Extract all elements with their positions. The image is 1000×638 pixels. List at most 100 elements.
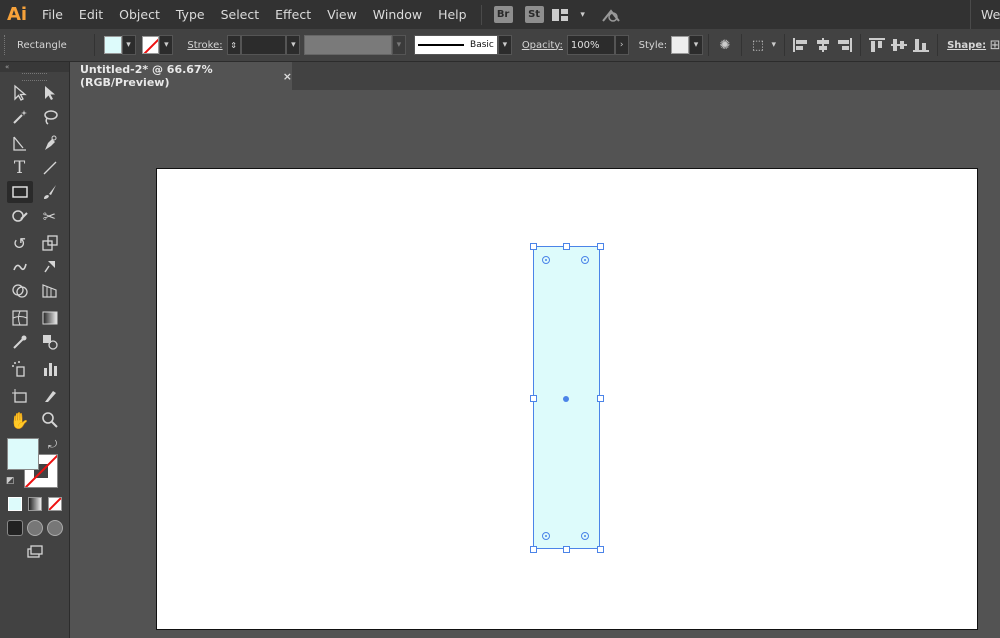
align-right-icon[interactable] xyxy=(834,34,856,56)
eyedropper-tool-icon[interactable] xyxy=(7,331,33,353)
draw-behind-icon[interactable] xyxy=(26,520,43,536)
collapse-panel-icon[interactable]: « xyxy=(0,62,69,72)
resize-handle-top-center[interactable] xyxy=(563,243,570,250)
stroke-dropdown[interactable]: ▾ xyxy=(159,35,174,55)
menu-help[interactable]: Help xyxy=(430,0,475,29)
stock-button[interactable]: St xyxy=(524,6,544,23)
brush-definition-field[interactable]: Basic xyxy=(413,35,498,55)
perspective-grid-tool-icon[interactable] xyxy=(37,280,63,302)
corner-radius-widget-bottom-left[interactable] xyxy=(542,532,550,540)
symbol-sprayer-tool-icon[interactable] xyxy=(7,358,33,380)
fill-color-swatch[interactable] xyxy=(103,36,122,54)
brush-dropdown[interactable]: ▾ xyxy=(497,35,512,55)
hand-tool-icon[interactable]: ✋ xyxy=(7,409,33,431)
align-bottom-icon[interactable] xyxy=(910,34,932,56)
arrange-documents-icon[interactable] xyxy=(550,4,572,26)
menu-select[interactable]: Select xyxy=(213,0,268,29)
resize-handle-bottom-left[interactable] xyxy=(530,546,537,553)
align-center-icon[interactable] xyxy=(812,34,834,56)
change-screen-mode-icon[interactable] xyxy=(22,541,48,563)
scale-tool-icon[interactable] xyxy=(37,232,63,254)
menu-file[interactable]: File xyxy=(34,0,71,29)
stroke-weight-stepper[interactable]: ⇕ xyxy=(226,35,241,55)
direct-selection-tool-icon[interactable] xyxy=(37,82,63,104)
shape-builder-tool-icon[interactable] xyxy=(7,280,33,302)
panel-grip[interactable] xyxy=(22,73,47,81)
workspace-switcher[interactable]: Web xyxy=(970,0,1000,29)
line-segment-tool-icon[interactable] xyxy=(37,157,63,179)
paintbrush-tool-icon[interactable] xyxy=(37,181,63,203)
stroke-color-swatch[interactable] xyxy=(141,36,160,54)
recolor-artwork-icon[interactable]: ✺ xyxy=(714,34,736,56)
corner-radius-widget-bottom-right[interactable] xyxy=(581,532,589,540)
opacity-input[interactable]: 100% xyxy=(566,35,615,55)
selection-tool-icon[interactable] xyxy=(7,82,33,104)
align-left-icon[interactable] xyxy=(790,34,812,56)
rotate-tool-icon[interactable]: ↺ xyxy=(7,232,33,254)
close-icon[interactable]: × xyxy=(283,70,292,83)
resize-handle-bottom-right[interactable] xyxy=(597,546,604,553)
opacity-arrow[interactable]: › xyxy=(614,35,629,55)
style-dropdown[interactable]: ▾ xyxy=(689,35,704,55)
align-top-icon[interactable] xyxy=(866,34,888,56)
zoom-tool-icon[interactable] xyxy=(37,409,63,431)
draw-inside-icon[interactable] xyxy=(46,520,63,536)
chevron-down-icon[interactable]: ▾ xyxy=(572,4,594,26)
menu-view[interactable]: View xyxy=(319,0,365,29)
resize-handle-bottom-center[interactable] xyxy=(563,546,570,553)
type-tool-icon[interactable]: T xyxy=(7,157,33,179)
shape-label[interactable]: Shape: xyxy=(943,40,990,51)
gradient-tool-icon[interactable] xyxy=(37,307,63,329)
corner-radius-widget-top-right[interactable] xyxy=(581,256,589,264)
bridge-button[interactable]: Br xyxy=(493,6,513,23)
blend-tool-icon[interactable] xyxy=(37,331,63,353)
align-middle-icon[interactable] xyxy=(888,34,910,56)
slice-tool-icon[interactable] xyxy=(37,385,63,407)
rectangle-tool-icon[interactable] xyxy=(6,181,33,203)
variable-width-profile[interactable] xyxy=(304,35,392,55)
artboard-tool-icon[interactable] xyxy=(7,385,33,407)
pen-tool-icon[interactable] xyxy=(7,133,33,155)
column-graph-tool-icon[interactable] xyxy=(37,358,63,380)
profile-dropdown[interactable]: ▾ xyxy=(391,35,406,55)
none-mode-icon[interactable] xyxy=(47,497,62,511)
menu-edit[interactable]: Edit xyxy=(71,0,111,29)
document-tab[interactable]: Untitled-2* @ 66.67% (RGB/Preview) × xyxy=(70,62,292,90)
corner-radius-widget-top-left[interactable] xyxy=(542,256,550,264)
fill-swatch[interactable] xyxy=(7,438,39,470)
warp-tool-icon[interactable] xyxy=(7,256,33,278)
magic-wand-tool-icon[interactable] xyxy=(7,106,33,128)
resize-handle-top-left[interactable] xyxy=(530,243,537,250)
menu-window[interactable]: Window xyxy=(365,0,430,29)
align-to-icon[interactable]: ⬚ xyxy=(747,34,769,56)
default-fill-stroke-icon[interactable]: ◩ xyxy=(6,476,15,486)
resize-handle-middle-left[interactable] xyxy=(530,395,537,402)
control-bar: Rectangle ▾ ▾ Stroke: ⇕ ▾ ▾ Basic ▾ Opac… xyxy=(0,29,1000,62)
menu-effect[interactable]: Effect xyxy=(267,0,319,29)
scissors-tool-icon[interactable]: ✂ xyxy=(37,205,63,227)
menu-type[interactable]: Type xyxy=(168,0,213,29)
stroke-weight-input[interactable] xyxy=(240,35,287,55)
fill-dropdown[interactable]: ▾ xyxy=(121,35,136,55)
gpu-performance-icon[interactable] xyxy=(600,4,622,26)
gradient-mode-icon[interactable] xyxy=(27,497,42,511)
shaper-tool-icon[interactable] xyxy=(7,205,33,227)
document-tab-title: Untitled-2* @ 66.67% (RGB/Preview) xyxy=(80,63,213,89)
graphic-style-swatch[interactable] xyxy=(671,36,690,54)
divider xyxy=(93,34,95,56)
color-mode-icon[interactable] xyxy=(7,497,22,511)
menu-object[interactable]: Object xyxy=(111,0,168,29)
document-tab-bar: Untitled-2* @ 66.67% (RGB/Preview) × xyxy=(70,62,1000,90)
mesh-tool-icon[interactable] xyxy=(7,307,33,329)
resize-handle-top-right[interactable] xyxy=(597,243,604,250)
lasso-tool-icon[interactable] xyxy=(37,106,63,128)
free-transform-tool-icon[interactable] xyxy=(37,256,63,278)
draw-normal-icon[interactable] xyxy=(6,520,23,536)
curvature-tool-icon[interactable] xyxy=(37,133,63,155)
stroke-weight-dropdown[interactable]: ▾ xyxy=(286,35,301,55)
panel-grip[interactable] xyxy=(4,35,7,55)
resize-handle-middle-right[interactable] xyxy=(597,395,604,402)
swap-fill-stroke-icon[interactable]: ⤾ xyxy=(48,438,57,452)
shape-properties-icon[interactable]: ⊞ xyxy=(990,34,1000,56)
chevron-down-icon[interactable]: ▾ xyxy=(769,34,779,56)
